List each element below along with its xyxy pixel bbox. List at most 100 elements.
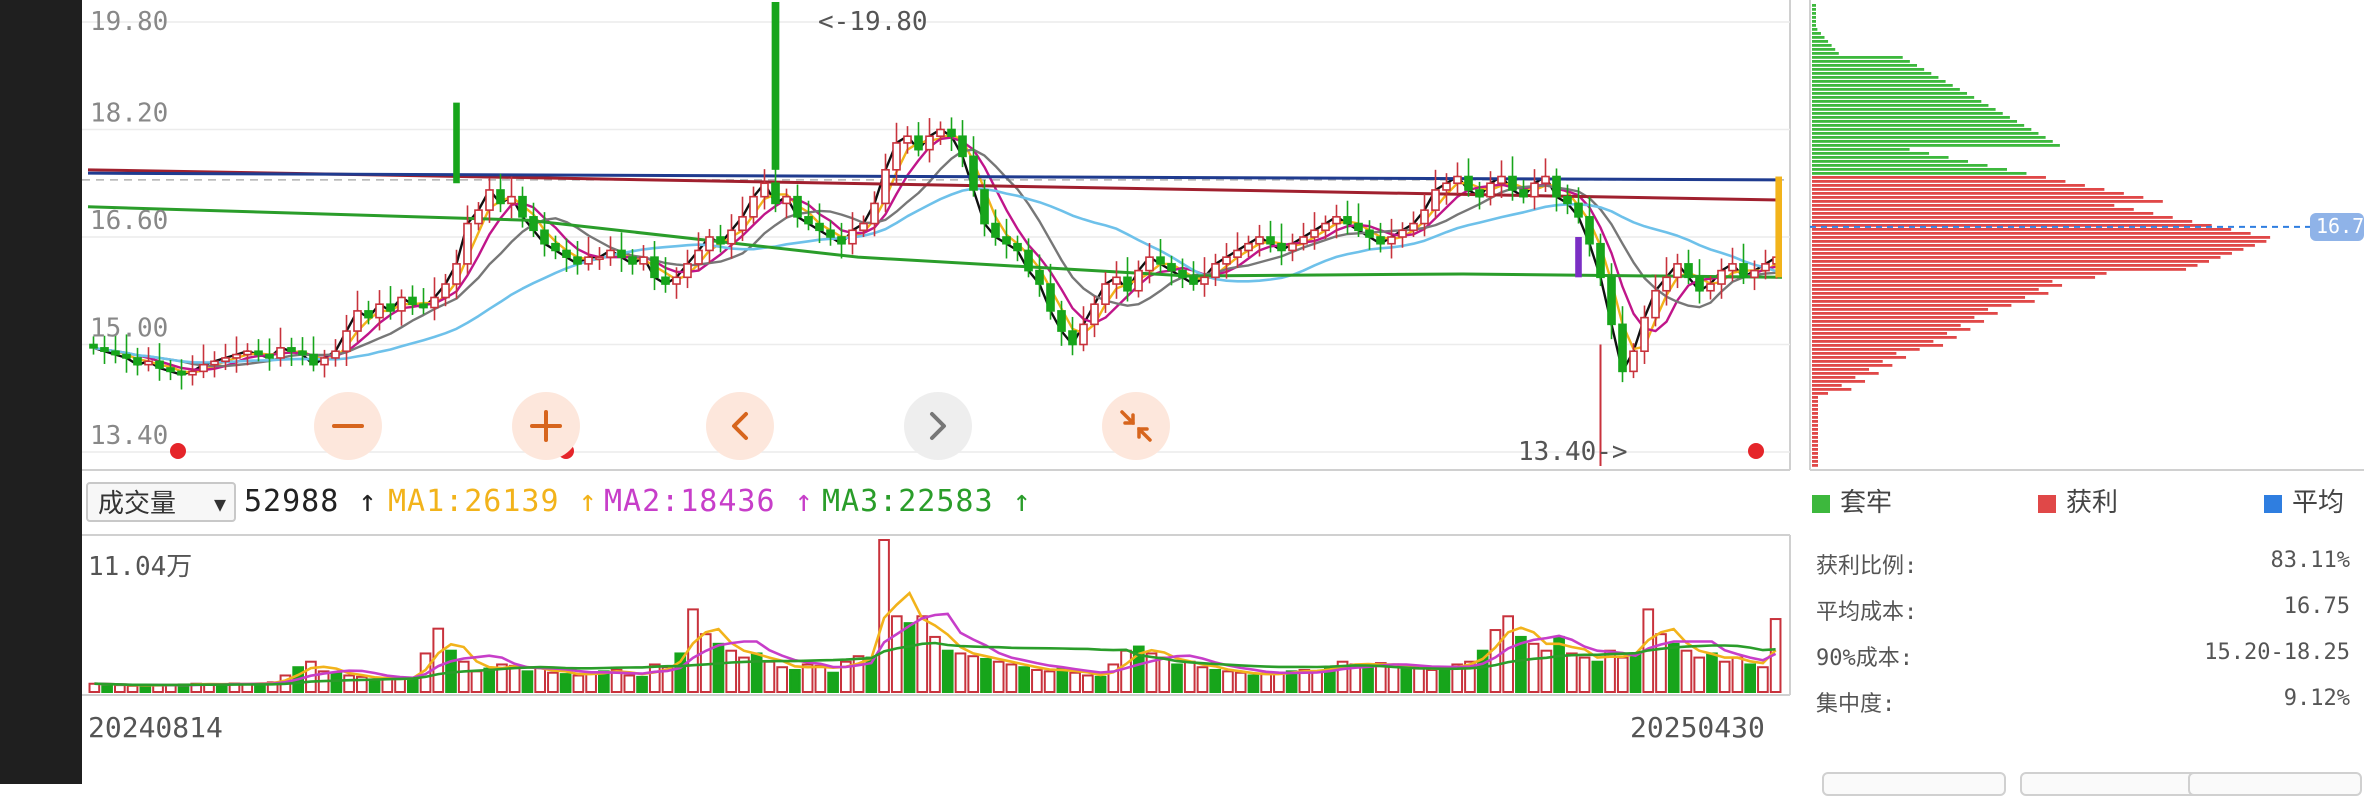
- volume-current-value: 52988 ↑: [244, 484, 378, 519]
- candle-body: [1574, 202, 1583, 218]
- chip-bar: [1812, 140, 2053, 143]
- candle-body: [287, 347, 296, 353]
- candle-spike: [453, 102, 460, 184]
- scroll-right-button[interactable]: [904, 392, 972, 460]
- chip-bar: [1812, 192, 2124, 195]
- chip-bar: [1812, 380, 1866, 383]
- candle-body: [496, 189, 505, 205]
- candle-body: [1002, 236, 1011, 245]
- chip-bar: [1812, 348, 1920, 351]
- volume-bar: [1260, 673, 1272, 693]
- chip-bar: [1812, 288, 2039, 291]
- candle-body: [1266, 236, 1275, 245]
- zoom-out-button[interactable]: [314, 392, 382, 460]
- candle-body: [738, 216, 747, 232]
- chip-bar: [1812, 176, 2046, 179]
- candle-body: [1090, 303, 1099, 326]
- volume-bar: [967, 655, 980, 693]
- volume-bar: [1629, 652, 1642, 694]
- bottom-tab-2[interactable]: [2020, 772, 2204, 796]
- candle-body: [1332, 216, 1341, 225]
- chip-bar: [1812, 16, 1816, 19]
- chip-bar: [1812, 324, 1961, 327]
- candle-body: [749, 195, 758, 218]
- candle-body: [1255, 236, 1264, 245]
- candle-body: [1761, 263, 1770, 272]
- candle-body: [1508, 175, 1517, 191]
- candle-body: [980, 189, 989, 225]
- chip-bar: [1812, 68, 1925, 71]
- volume-bar: [1744, 663, 1756, 693]
- candle-body: [573, 256, 582, 265]
- chip-bar: [1812, 280, 2053, 283]
- scroll-left-button[interactable]: [706, 392, 774, 460]
- volume-bar: [941, 649, 954, 694]
- chip-bar: [1812, 420, 1818, 423]
- volume-bar: [1566, 652, 1578, 694]
- volume-bar: [534, 666, 546, 694]
- stat-value: 83.11%: [2270, 548, 2350, 573]
- legend-profit-label: 获利: [2066, 488, 2119, 518]
- chip-bar: [1812, 236, 2271, 239]
- volume-bar: [1094, 675, 1107, 694]
- chip-bar: [1812, 388, 1852, 391]
- chip-bar: [1812, 212, 2154, 215]
- candle-body: [155, 360, 164, 369]
- candle-body: [1321, 222, 1330, 232]
- collapse-button[interactable]: [1102, 392, 1170, 460]
- candle-body: [1068, 330, 1077, 346]
- indicator-select[interactable]: 成交量 ▼: [86, 482, 236, 522]
- chip-bar: [1812, 80, 1946, 83]
- minus-icon: [332, 424, 364, 428]
- chip-bar: [1812, 408, 1818, 411]
- candle-body: [683, 263, 692, 279]
- legend-trapped: 套牢: [1812, 482, 1892, 519]
- candle-body: [1684, 263, 1693, 279]
- candle-body: [298, 350, 307, 356]
- bottom-tab-1[interactable]: [1822, 772, 2006, 796]
- price-axis-labels: 19.80 18.20 16.60 15.00 13.40: [90, 7, 168, 451]
- chip-bar: [1812, 308, 1989, 311]
- volume-bar: [1183, 660, 1196, 693]
- candle-purple: [1575, 237, 1582, 278]
- candle-body: [485, 189, 494, 211]
- volume-bar: [623, 674, 636, 694]
- candle-body: [1629, 350, 1638, 373]
- candle-body: [1717, 269, 1726, 285]
- candle-body: [694, 249, 703, 265]
- chip-bar: [1812, 356, 1907, 359]
- zoom-in-button[interactable]: [512, 392, 580, 460]
- candle-body: [936, 128, 945, 138]
- chip-bar: [1812, 428, 1818, 431]
- candle-body: [914, 135, 923, 151]
- candle-body: [419, 303, 428, 309]
- chip-bar: [1812, 452, 1818, 455]
- chip-bar: [1812, 104, 1989, 107]
- candle-body: [606, 249, 615, 258]
- chip-bar: [1812, 424, 1818, 427]
- chip-bar: [1812, 436, 1818, 439]
- candle-body: [397, 296, 406, 312]
- volume-bar: [114, 684, 126, 694]
- chip-bar: [1812, 8, 1816, 11]
- chip-bar: [1812, 196, 2144, 199]
- candle-body: [507, 195, 516, 205]
- chip-bar: [1812, 200, 2163, 203]
- candle-body: [1299, 236, 1308, 245]
- chip-bar: [1812, 240, 2267, 243]
- chip-bar: [1812, 188, 2105, 191]
- candle-body: [1420, 209, 1429, 225]
- candle-body: [617, 249, 626, 258]
- chip-bar: [1812, 204, 2115, 207]
- volume-bar: [980, 657, 992, 694]
- volume-bar: [1578, 656, 1591, 693]
- chip-bar: [1812, 84, 1953, 87]
- candle-body: [1442, 182, 1451, 191]
- chip-bar: [1812, 124, 2025, 127]
- bottom-tab-3[interactable]: [2188, 772, 2362, 796]
- candle-body: [529, 216, 538, 232]
- candle-body: [122, 353, 131, 359]
- chip-bar: [1812, 320, 1985, 323]
- candle-body: [1640, 316, 1649, 353]
- candle-body: [243, 350, 252, 356]
